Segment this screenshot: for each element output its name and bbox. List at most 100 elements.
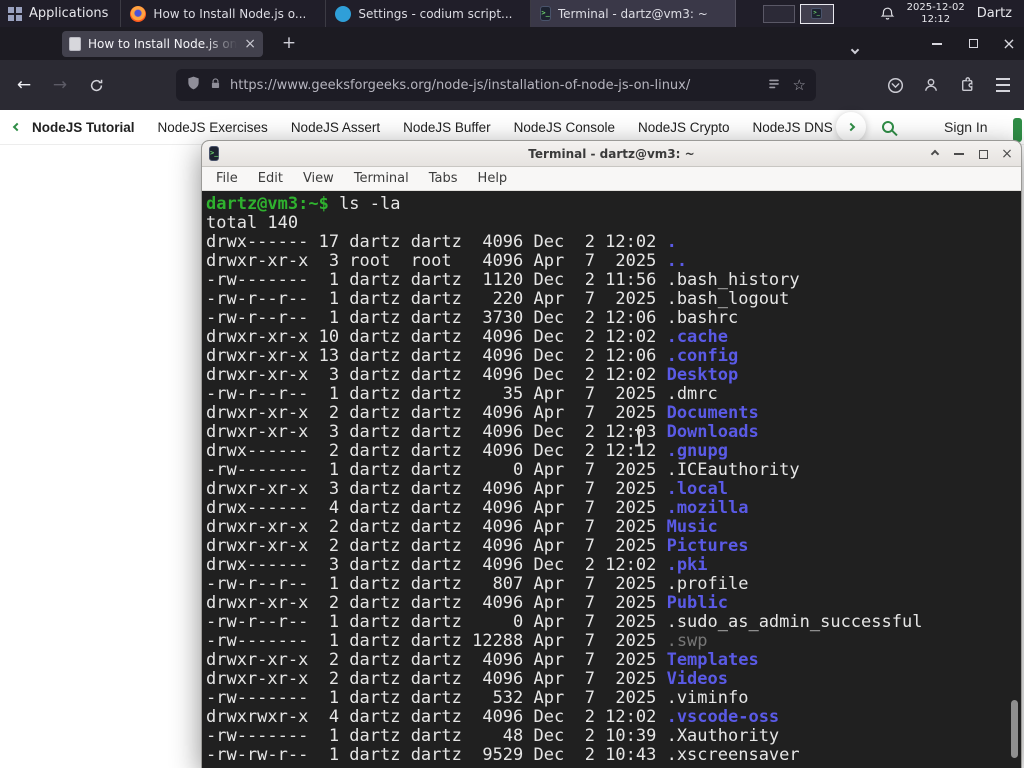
terminal-icon: >_	[209, 146, 220, 161]
listing-row: -rw-r--r-- 1 dartz dartz 3730 Dec 2 12:0…	[206, 308, 739, 328]
tab-favicon	[69, 37, 81, 51]
url-bar-actions: ☆	[767, 76, 806, 95]
terminal-title: Terminal - dartz@vm3: ~	[528, 146, 695, 161]
username: Dartz	[976, 6, 1012, 21]
nav-item[interactable]: NodeJS Buffer	[403, 120, 491, 135]
applications-menu-button[interactable]: Applications	[0, 0, 122, 27]
site-search-icon[interactable]	[882, 121, 894, 133]
nav-item[interactable]: NodeJS Tutorial	[32, 120, 135, 135]
terminal-window-controls: ×	[927, 141, 1015, 167]
terminal-scrollbar-thumb[interactable]	[1011, 700, 1018, 758]
menu-terminal[interactable]: Terminal	[344, 171, 419, 186]
reload-button[interactable]	[80, 69, 112, 101]
listing-row: drwxr-xr-x 2 dartz dartz 4096 Apr 7 2025…	[206, 593, 728, 613]
menu-file[interactable]: File	[206, 171, 248, 186]
navigation-toolbar: ← → https://www.geeksforgeeks.org/node-j…	[0, 60, 1024, 110]
nav-item[interactable]: NodeJS DNS	[753, 120, 832, 135]
forward-button[interactable]: →	[44, 69, 76, 101]
terminal-icon: >_	[811, 8, 823, 19]
menu-tabs[interactable]: Tabs	[419, 171, 468, 186]
taskbar-buttons: How to Install Node.js o... Settings - co…	[121, 0, 737, 27]
listing-row: -rw------- 1 dartz dartz 532 Apr 7 2025 …	[206, 688, 749, 708]
terminal-titlebar[interactable]: >_ Terminal - dartz@vm3: ~ ×	[202, 141, 1021, 167]
pocket-icon[interactable]	[880, 70, 910, 100]
taskbar-window-title: Terminal - dartz@vm3: ~	[557, 6, 708, 21]
menu-button[interactable]	[988, 70, 1018, 100]
tab-list-chevron-icon[interactable]	[850, 38, 860, 57]
workspace-switcher[interactable]: >_	[762, 3, 834, 24]
workspace-2[interactable]: >_	[799, 3, 834, 24]
listing-row: -rw------- 1 dartz dartz 12288 Apr 7 202…	[206, 631, 708, 651]
browser-tab[interactable]: How to Install Node.js on ×	[62, 31, 263, 57]
listing-row: drwx------ 3 dartz dartz 4096 Dec 2 12:0…	[206, 555, 708, 575]
extensions-icon[interactable]	[952, 70, 982, 100]
menu-help[interactable]: Help	[468, 171, 518, 186]
terminal-close-button[interactable]: ×	[999, 146, 1015, 162]
terminal-window: >_ Terminal - dartz@vm3: ~ × File Edit V…	[201, 140, 1022, 768]
nav-item[interactable]: NodeJS Crypto	[638, 120, 730, 135]
terminal-output[interactable]: dartz@vm3:~$ ls -la total 140 drwx------…	[202, 193, 1021, 768]
text-cursor	[634, 429, 643, 446]
applications-label: Applications	[29, 6, 109, 21]
listing-row: drwxr-xr-x 2 dartz dartz 4096 Apr 7 2025…	[206, 669, 728, 689]
total-line: total 140	[206, 213, 299, 233]
nav-prev-icon[interactable]	[12, 122, 22, 132]
workspace-1[interactable]	[762, 4, 795, 23]
notification-bell-icon[interactable]	[880, 6, 895, 22]
lock-icon	[209, 76, 222, 95]
browser-minimize-button[interactable]	[922, 27, 952, 60]
url-text: https://www.geeksforgeeks.org/node-js/in…	[230, 77, 691, 93]
taskbar-window-button[interactable]: Settings - codium script...	[326, 0, 532, 27]
account-icon[interactable]	[916, 70, 946, 100]
listing-row: drwxr-xr-x 2 dartz dartz 4096 Apr 7 2025…	[206, 517, 718, 537]
menu-edit[interactable]: Edit	[248, 171, 293, 186]
applications-icon	[8, 6, 22, 21]
listing-row: drwxr-xr-x 3 dartz dartz 4096 Dec 2 12:0…	[206, 422, 759, 442]
listing-row: -rw-r--r-- 1 dartz dartz 35 Apr 7 2025 .…	[206, 384, 718, 404]
nav-item[interactable]: NodeJS Console	[514, 120, 615, 135]
top-panel: Applications How to Install Node.js o...…	[0, 0, 1024, 27]
tracking-shield-icon[interactable]	[186, 75, 201, 95]
tab-bar: How to Install Node.js on × + ×	[0, 27, 1024, 60]
terminal-minimize-button[interactable]	[951, 146, 967, 162]
terminal-icon: >_	[540, 6, 551, 21]
listing-row: drwx------ 4 dartz dartz 4096 Apr 7 2025…	[206, 498, 749, 518]
nav-next-button[interactable]	[836, 112, 866, 142]
taskbar-window-title: How to Install Node.js o...	[153, 6, 307, 21]
bookmark-star-icon[interactable]: ☆	[793, 77, 806, 93]
clock[interactable]: 2025-12-02 12:12	[907, 2, 965, 25]
listing-row: drwxr-xr-x 10 dartz dartz 4096 Dec 2 12:…	[206, 327, 728, 347]
back-button[interactable]: ←	[8, 69, 40, 101]
shell-prompt: dartz@vm3:~$	[206, 194, 340, 214]
listing-row: -rw-r--r-- 1 dartz dartz 220 Apr 7 2025 …	[206, 289, 790, 309]
listing-row: -rw------- 1 dartz dartz 0 Apr 7 2025 .I…	[206, 460, 800, 480]
listing-row: drwx------ 2 dartz dartz 4096 Dec 2 12:1…	[206, 441, 728, 461]
clock-date: 2025-12-02	[906, 2, 965, 13]
sign-in-link[interactable]: Sign In	[944, 119, 988, 135]
listing-row: drwx------ 17 dartz dartz 4096 Dec 2 12:…	[206, 232, 677, 252]
menu-view[interactable]: View	[293, 171, 344, 186]
listing-row: drwxr-xr-x 3 root root 4096 Apr 7 2025 .…	[206, 251, 688, 271]
shell-command: ls -la	[339, 194, 401, 214]
terminal-menubar: File Edit View Terminal Tabs Help	[202, 167, 1021, 191]
nav-item[interactable]: NodeJS Exercises	[158, 120, 268, 135]
nav-item[interactable]: NodeJS Assert	[291, 120, 380, 135]
clock-time: 12:12	[921, 13, 951, 25]
listing-row: drwxr-xr-x 3 dartz dartz 4096 Dec 2 12:0…	[206, 365, 739, 385]
listing-row: -rw-r--r-- 1 dartz dartz 0 Apr 7 2025 .s…	[206, 612, 923, 632]
tab-close-button[interactable]: ×	[244, 36, 256, 52]
terminal-shade-button[interactable]	[927, 146, 943, 162]
new-tab-button[interactable]: +	[276, 30, 302, 56]
taskbar-window-button[interactable]: How to Install Node.js o...	[121, 0, 327, 27]
listing-row: -rw-rw-r-- 1 dartz dartz 9529 Dec 2 10:4…	[206, 745, 800, 765]
terminal-maximize-button[interactable]	[975, 146, 991, 162]
desktop: Applications How to Install Node.js o...…	[0, 0, 1024, 768]
url-bar[interactable]: https://www.geeksforgeeks.org/node-js/in…	[176, 69, 816, 101]
browser-close-button[interactable]: ×	[994, 27, 1024, 60]
listing-row: drwxr-xr-x 13 dartz dartz 4096 Dec 2 12:…	[206, 346, 739, 366]
tab-title: How to Install Node.js on	[88, 37, 238, 51]
reader-mode-icon[interactable]	[767, 76, 781, 95]
browser-maximize-button[interactable]	[958, 27, 988, 60]
listing-row: drwxr-xr-x 2 dartz dartz 4096 Apr 7 2025…	[206, 536, 749, 556]
taskbar-window-button[interactable]: >_ Terminal - dartz@vm3: ~	[531, 0, 737, 27]
